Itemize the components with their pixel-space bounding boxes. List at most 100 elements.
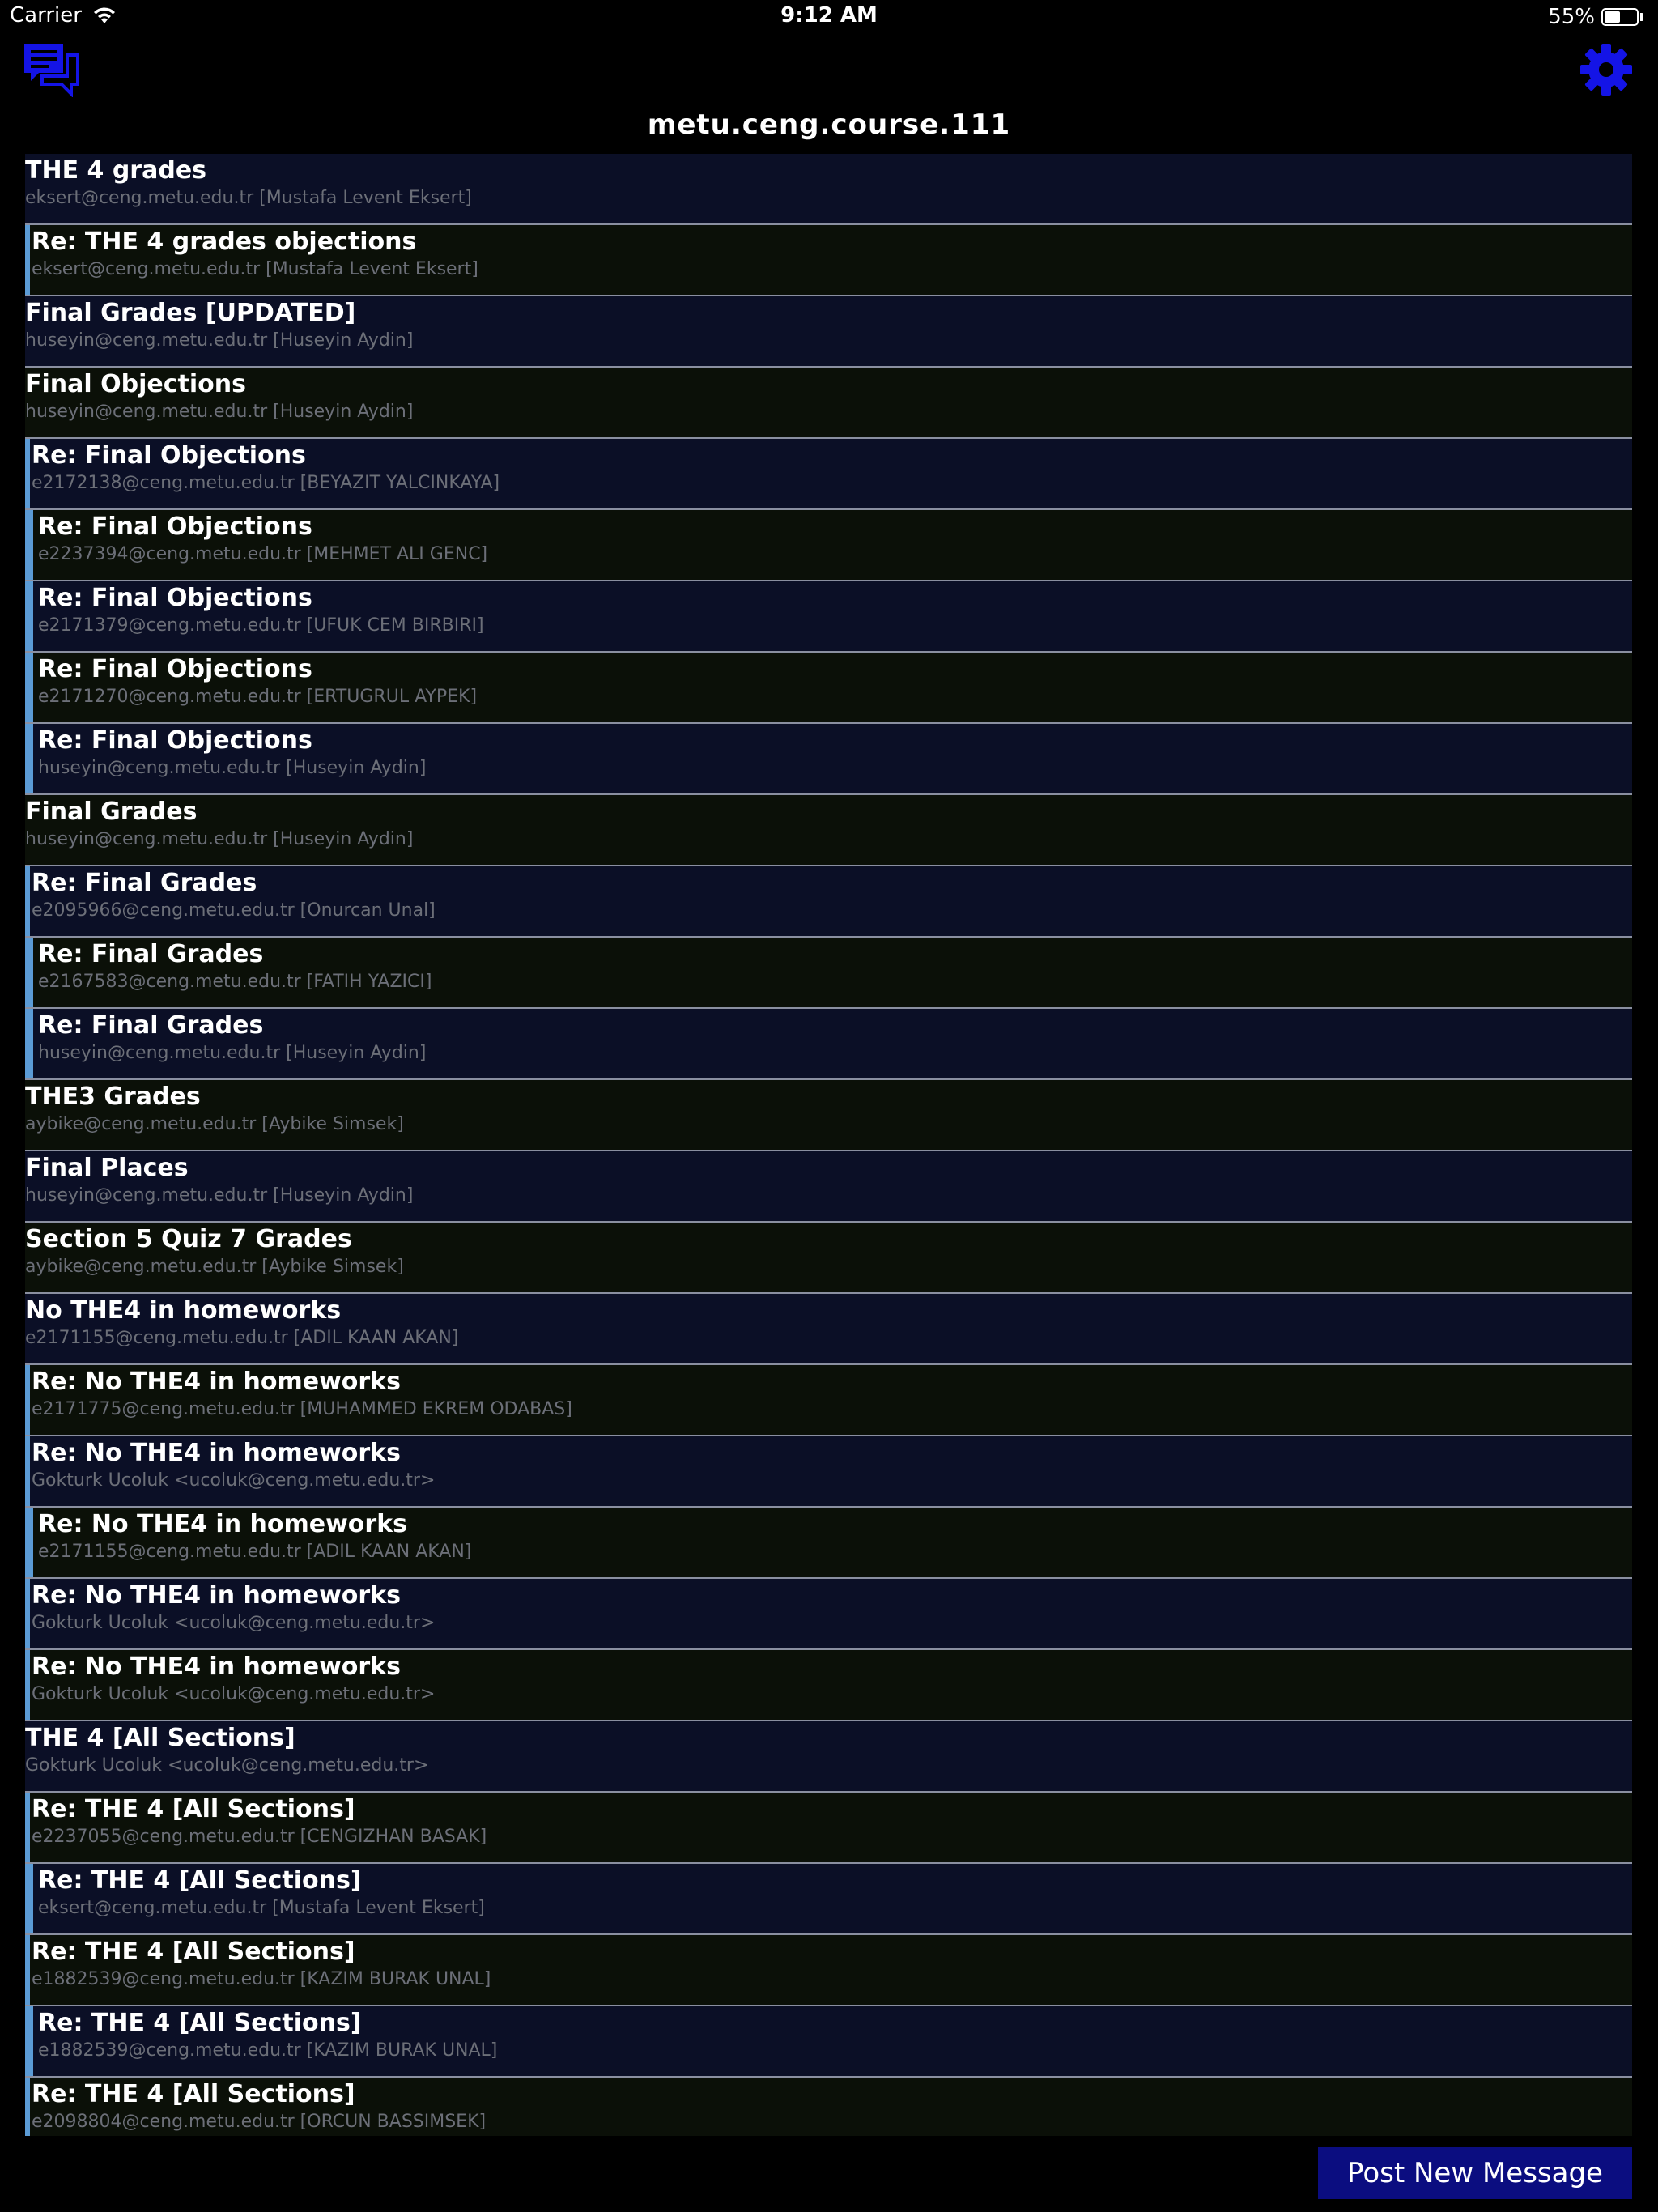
thread-depth-bar xyxy=(25,1579,30,1648)
message-row[interactable]: Re: No THE4 in homeworks Gokturk Ucoluk <… xyxy=(25,1579,1632,1650)
thread-depth-bar xyxy=(25,1650,30,1720)
message-text: No THE4 in homeworks e2171155@ceng.metu.e… xyxy=(25,1294,458,1363)
chat-bubbles-icon[interactable] xyxy=(23,42,79,97)
message-text: Re: No THE4 in homeworks e2171775@ceng.me… xyxy=(32,1365,572,1435)
message-sender: e1882539@ceng.metu.edu.tr [KAZIM BURAK U… xyxy=(32,1969,491,1989)
message-subject: Re: THE 4 [All Sections] xyxy=(32,1938,355,1966)
message-row[interactable]: Re: Final Objections e2171270@ceng.metu.e… xyxy=(25,653,1632,724)
message-row[interactable]: Re: No THE4 in homeworks Gokturk Ucoluk <… xyxy=(25,1436,1632,1508)
battery-icon xyxy=(1601,8,1639,26)
thread-depth-bar xyxy=(25,581,33,651)
battery-percent: 55% xyxy=(1548,5,1595,29)
message-sender: e2237394@ceng.metu.edu.tr [MEHMET ALI GE… xyxy=(38,544,488,564)
message-subject: Re: THE 4 [All Sections] xyxy=(38,2009,362,2037)
message-text: Re: Final Objections e2171379@ceng.metu.e… xyxy=(38,581,484,651)
message-sender: aybike@ceng.metu.edu.tr [Aybike Simsek] xyxy=(25,1257,404,1277)
message-subject: Re: Final Objections xyxy=(38,513,312,541)
message-subject: Re: Final Objections xyxy=(38,655,312,683)
message-sender: e2171155@ceng.metu.edu.tr [ADIL KAAN AKA… xyxy=(38,1542,472,1562)
message-row[interactable]: Section 5 Quiz 7 Grades aybike@ceng.metu.… xyxy=(25,1223,1632,1294)
message-row[interactable]: Re: No THE4 in homeworks e2171775@ceng.me… xyxy=(25,1365,1632,1436)
message-sender: e2095966@ceng.metu.edu.tr [Onurcan Unal] xyxy=(32,900,436,921)
message-row[interactable]: Final Grades [UPDATED] huseyin@ceng.metu.… xyxy=(25,296,1632,368)
message-subject: Re: THE 4 grades objections xyxy=(32,228,417,256)
post-new-message-button[interactable]: Post New Message xyxy=(1318,2147,1632,2199)
message-row[interactable]: Re: Final Objections e2171379@ceng.metu.e… xyxy=(25,581,1632,653)
message-text: Final Grades [UPDATED] huseyin@ceng.metu.… xyxy=(25,296,413,366)
message-sender: huseyin@ceng.metu.edu.tr [Huseyin Aydin] xyxy=(25,330,414,351)
message-row[interactable]: Re: Final Grades e2167583@ceng.metu.edu.t… xyxy=(25,938,1632,1009)
message-subject: Final Grades [UPDATED] xyxy=(25,299,356,327)
message-row[interactable]: Re: Final Grades huseyin@ceng.metu.edu.tr… xyxy=(25,1009,1632,1080)
message-row[interactable]: THE3 Grades aybike@ceng.metu.edu.tr [Aybi… xyxy=(25,1080,1632,1151)
message-row[interactable]: Final Grades huseyin@ceng.metu.edu.tr [Hu… xyxy=(25,795,1632,866)
message-row[interactable]: THE 4 [All Sections] Gokturk Ucoluk <ucol… xyxy=(25,1721,1632,1793)
status-bar: Carrier 9:12 AM 55% xyxy=(0,0,1658,32)
message-sender: eksert@ceng.metu.edu.tr [Mustafa Levent … xyxy=(25,188,472,208)
message-subject: Section 5 Quiz 7 Grades xyxy=(25,1225,352,1253)
message-row[interactable]: Re: THE 4 [All Sections] e2098804@ceng.me… xyxy=(25,2078,1632,2136)
message-text: Re: Final Grades e2095966@ceng.metu.edu.t… xyxy=(32,866,436,936)
status-clock: 9:12 AM xyxy=(780,3,878,28)
message-text: Re: No THE4 in homeworks e2171155@ceng.me… xyxy=(38,1508,471,1577)
message-sender: Gokturk Ucoluk <ucoluk@ceng.metu.edu.tr> xyxy=(32,1470,436,1491)
thread-depth-bar xyxy=(25,2078,30,2136)
message-text: Re: THE 4 grades objections eksert@ceng.m… xyxy=(32,225,478,295)
message-sender: Gokturk Ucoluk <ucoluk@ceng.metu.edu.tr> xyxy=(25,1755,429,1776)
message-text: Section 5 Quiz 7 Grades aybike@ceng.metu.… xyxy=(25,1223,404,1292)
message-row[interactable]: Re: THE 4 [All Sections] eksert@ceng.metu… xyxy=(25,1864,1632,1935)
message-subject: Re: Final Objections xyxy=(38,584,312,612)
message-text: Final Grades huseyin@ceng.metu.edu.tr [Hu… xyxy=(25,795,413,865)
message-row[interactable]: Re: THE 4 [All Sections] e1882539@ceng.me… xyxy=(25,2006,1632,2078)
message-sender: e2171270@ceng.metu.edu.tr [ERTUGRUL AYPE… xyxy=(38,687,478,707)
message-row[interactable]: Re: Final Objections huseyin@ceng.metu.ed… xyxy=(25,724,1632,795)
message-sender: huseyin@ceng.metu.edu.tr [Huseyin Aydin] xyxy=(25,829,414,849)
message-subject: Re: Final Objections xyxy=(38,726,312,755)
message-row[interactable]: Re: No THE4 in homeworks Gokturk Ucoluk <… xyxy=(25,1650,1632,1721)
message-text: Re: Final Objections e2172138@ceng.metu.e… xyxy=(32,439,500,508)
message-row[interactable]: Re: THE 4 [All Sections] e1882539@ceng.me… xyxy=(25,1935,1632,2006)
message-subject: Final Objections xyxy=(25,370,246,398)
message-row[interactable]: Re: THE 4 [All Sections] e2237055@ceng.me… xyxy=(25,1793,1632,1864)
message-row[interactable]: Final Places huseyin@ceng.metu.edu.tr [Hu… xyxy=(25,1151,1632,1223)
message-subject: Re: THE 4 [All Sections] xyxy=(32,2080,355,2108)
message-list[interactable]: THE 4 grades eksert@ceng.metu.edu.tr [Mus… xyxy=(25,154,1632,2136)
thread-depth-bar xyxy=(25,724,33,793)
battery-indicator: 55% xyxy=(1548,5,1643,29)
message-row[interactable]: Re: Final Objections e2172138@ceng.metu.e… xyxy=(25,439,1632,510)
thread-depth-bar xyxy=(25,1935,30,2005)
message-sender: eksert@ceng.metu.edu.tr [Mustafa Levent … xyxy=(38,1898,485,1918)
message-subject: Re: Final Objections xyxy=(32,441,306,470)
message-text: THE3 Grades aybike@ceng.metu.edu.tr [Aybi… xyxy=(25,1080,404,1150)
thread-depth-bar xyxy=(25,2006,33,2076)
message-row[interactable]: Re: Final Objections e2237394@ceng.metu.e… xyxy=(25,510,1632,581)
message-text: THE 4 grades eksert@ceng.metu.edu.tr [Mus… xyxy=(25,154,472,223)
message-sender: e2167583@ceng.metu.edu.tr [FATIH YAZICI] xyxy=(38,972,432,992)
message-text: Re: Final Objections e2171270@ceng.metu.e… xyxy=(38,653,477,722)
message-sender: huseyin@ceng.metu.edu.tr [Huseyin Aydin] xyxy=(38,1043,427,1063)
message-row[interactable]: Final Objections huseyin@ceng.metu.edu.tr… xyxy=(25,368,1632,439)
message-text: Re: Final Grades huseyin@ceng.metu.edu.tr… xyxy=(38,1009,426,1078)
thread-depth-bar xyxy=(25,225,30,295)
thread-depth-bar xyxy=(25,510,33,580)
message-sender: huseyin@ceng.metu.edu.tr [Huseyin Aydin] xyxy=(38,758,427,778)
message-sender: e2171775@ceng.metu.edu.tr [MUHAMMED EKRE… xyxy=(32,1399,572,1419)
message-sender: e2171155@ceng.metu.edu.tr [ADIL KAAN AKA… xyxy=(25,1328,459,1348)
message-text: Final Places huseyin@ceng.metu.edu.tr [Hu… xyxy=(25,1151,413,1221)
message-row[interactable]: Re: THE 4 grades objections eksert@ceng.m… xyxy=(25,225,1632,296)
message-sender: e1882539@ceng.metu.edu.tr [KAZIM BURAK U… xyxy=(38,2040,498,2061)
message-row[interactable]: THE 4 grades eksert@ceng.metu.edu.tr [Mus… xyxy=(25,154,1632,225)
message-sender: e2237055@ceng.metu.edu.tr [CENGIZHAN BAS… xyxy=(32,1827,487,1847)
message-row[interactable]: Re: No THE4 in homeworks e2171155@ceng.me… xyxy=(25,1508,1632,1579)
message-text: Re: THE 4 [All Sections] e2237055@ceng.me… xyxy=(32,1793,487,1862)
message-text: Final Objections huseyin@ceng.metu.edu.tr… xyxy=(25,368,413,437)
message-text: Re: No THE4 in homeworks Gokturk Ucoluk <… xyxy=(32,1579,435,1648)
thread-depth-bar xyxy=(25,1864,33,1933)
message-sender: e2172138@ceng.metu.edu.tr [BEYAZIT YALCI… xyxy=(32,473,500,493)
message-text: Re: THE 4 [All Sections] eksert@ceng.metu… xyxy=(38,1864,485,1933)
gear-icon[interactable] xyxy=(1579,42,1634,97)
message-row[interactable]: Re: Final Grades e2095966@ceng.metu.edu.t… xyxy=(25,866,1632,938)
thread-depth-bar xyxy=(25,1436,30,1506)
message-row[interactable]: No THE4 in homeworks e2171155@ceng.metu.e… xyxy=(25,1294,1632,1365)
message-subject: Re: No THE4 in homeworks xyxy=(32,1653,402,1681)
